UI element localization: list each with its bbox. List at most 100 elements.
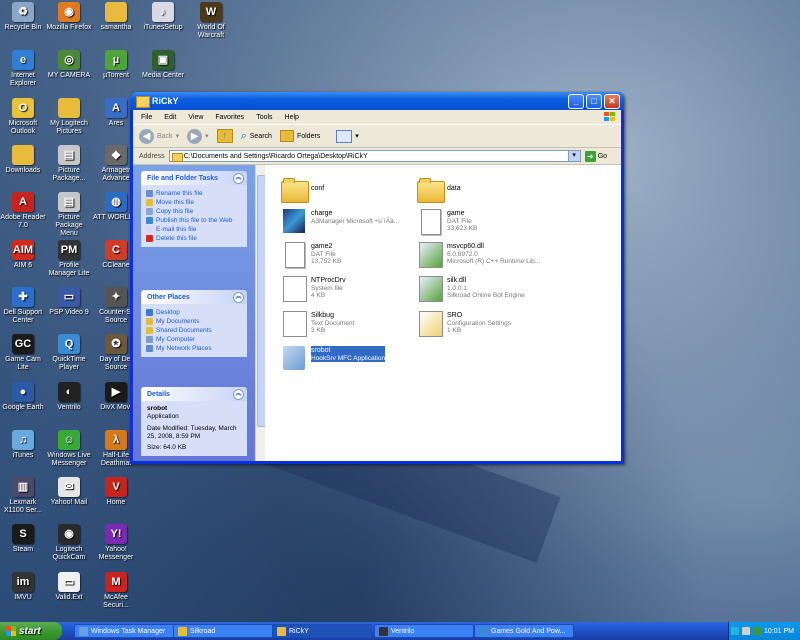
start-button[interactable]: start (0, 622, 62, 640)
desktop-shortcut[interactable]: PM Profile Manager Lite (46, 240, 92, 278)
desktop-shortcut[interactable]: samantha (93, 2, 139, 32)
desktop-shortcut[interactable]: Downloads (0, 145, 46, 175)
collapse-icon[interactable]: ︽ (233, 389, 244, 400)
back-button[interactable]: ◀ Back ▾ (139, 128, 179, 144)
file-item[interactable]: conf (281, 177, 421, 207)
desktop-shortcut[interactable]: ◎ MY CAMERA (46, 50, 92, 80)
task-link[interactable]: Publish this file to the Web (146, 217, 242, 224)
file-name: Silkbug (311, 312, 334, 319)
desktop-shortcut[interactable]: ▭ PSP Video 9 (46, 287, 92, 317)
task-link[interactable]: My Network Places (146, 345, 242, 352)
go-button[interactable]: ➜ Go (584, 150, 607, 162)
task-link[interactable]: My Computer (146, 336, 242, 343)
task-link[interactable]: E-mail this file (146, 226, 242, 233)
desktop-shortcut[interactable]: ▥ Lexmark X1100 Ser... (0, 477, 46, 515)
collapse-icon[interactable]: ︽ (233, 173, 244, 184)
file-detail: HookSrv MFC Application (311, 354, 386, 362)
task-link[interactable]: Copy this file (146, 208, 242, 215)
lexmark-icon: ▥ (12, 477, 34, 497)
file-item[interactable]: msvcp60.dll 6.0.8972.0 Microsoft (R) C++ R… (417, 242, 557, 272)
desktop-shortcut[interactable]: V Home (93, 477, 139, 507)
task-link[interactable]: Rename this file (146, 190, 242, 197)
task-link[interactable]: Move this file (146, 199, 242, 206)
close-button[interactable]: ✕ (604, 94, 620, 109)
volume-icon[interactable] (742, 627, 751, 635)
file-item[interactable]: game2 DAT File 13,752 KB (281, 242, 421, 272)
desktop-shortcut[interactable]: ◐ Ventrilo (46, 382, 92, 412)
desktop-shortcut[interactable]: ♻ Recycle Bin (0, 2, 46, 32)
taskbar-button[interactable]: RiCkY (272, 624, 372, 638)
desktop-shortcut[interactable]: S Steam (0, 524, 46, 554)
desktop-shortcut[interactable]: ☺ Windows Live Messenger (46, 430, 92, 468)
desktop-shortcut[interactable]: e Internet Explorer (0, 50, 46, 88)
views-button[interactable]: ▾ (336, 129, 359, 143)
desktop-shortcut[interactable]: Y! Yahoo! Messenger (93, 524, 139, 562)
panel-header[interactable]: Other Places ︽ (141, 290, 247, 304)
task-pane-scrollbar[interactable] (255, 165, 266, 461)
maximize-button[interactable]: □ (586, 94, 602, 109)
panel-header[interactable]: Details ︽ (141, 387, 247, 401)
desktop-shortcut[interactable]: M McAfee Securi... (93, 572, 139, 610)
forward-button[interactable]: ▶ ▾ (187, 128, 209, 144)
desktop-shortcut[interactable]: Q QuickTime Player (46, 334, 92, 372)
desktop-shortcut-label: samantha (100, 24, 132, 31)
address-label: Address (139, 152, 165, 160)
desktop-shortcut[interactable]: A Adobe Reader 7.0 (0, 192, 46, 230)
taskbar-button[interactable]: Silkroad (173, 624, 273, 638)
menu-item-help[interactable]: Help (285, 114, 299, 121)
desktop-shortcut[interactable]: ▤ Picture Package... (46, 145, 92, 183)
desktop-shortcut[interactable]: ▤ Picture Package Menu (46, 192, 92, 238)
file-item[interactable]: charge A3Manager Microsoft ÷ù`ìÁâ... (281, 209, 421, 239)
folders-button[interactable]: Folders (279, 130, 320, 142)
menu-item-edit[interactable]: Edit (164, 114, 176, 121)
desktop-shortcut[interactable]: ◉ Logitech QuickCam (46, 524, 92, 562)
file-item[interactable]: NTProcDrv System file 4 KB (281, 276, 421, 306)
explorer-window: RiCkY _ □ ✕ File Edit View Favorites Tools He… (130, 92, 624, 464)
file-item[interactable]: game DAT File 33,623 KB (417, 209, 557, 239)
desktop-shortcut[interactable]: AIM AIM 6 (0, 240, 46, 270)
file-item[interactable]: SRO Configuration Settings 1 KB (417, 311, 557, 341)
task-link[interactable]: Delete this file (146, 235, 242, 242)
desktop-shortcut[interactable]: GC Game Cam Lite (0, 334, 46, 372)
taskbar-button[interactable]: Ventrilo (374, 624, 474, 638)
address-field[interactable]: C:\Documents and Settings\Ricardo Ortega… (168, 150, 581, 162)
task-link[interactable]: My Documents (146, 318, 242, 325)
desktop-shortcut[interactable]: O Microsoft Outlook (0, 98, 46, 136)
desktop-shortcut[interactable]: W World Of Warcraft (188, 2, 234, 40)
desktop-shortcut[interactable]: µ µTorrent (93, 50, 139, 80)
search-button[interactable]: ⌕ Search (241, 130, 272, 143)
desktop-shortcut[interactable]: ✉ Yahoo! Mail (46, 477, 92, 507)
file-item[interactable]: srobot HookSrv MFC Application (281, 346, 421, 376)
menu-item-file[interactable]: File (141, 114, 152, 121)
dll-icon (417, 276, 443, 302)
panel-header[interactable]: File and Folder Tasks ︽ (141, 171, 247, 185)
file-item[interactable]: silk.dll 1.0.0.1 Silkroad Online Bot Engin… (417, 276, 557, 306)
task-link[interactable]: Shared Documents (146, 327, 242, 334)
desktop-shortcut[interactable]: ▭ Valid.Ext (46, 572, 92, 602)
move-icon (146, 199, 153, 206)
security-icon[interactable] (753, 627, 762, 635)
file-item[interactable]: data (417, 177, 557, 207)
menu-item-view[interactable]: View (188, 114, 203, 121)
desktop-shortcut[interactable]: ♫ iTunes (0, 430, 46, 460)
desktop-shortcut[interactable]: ✚ Dell Support Center (0, 287, 46, 325)
title-bar[interactable]: RiCkY _ □ ✕ (130, 92, 624, 110)
clock[interactable]: 10:01 PM (764, 628, 794, 635)
desktop-shortcut[interactable]: ● Google Earth (0, 382, 46, 412)
taskbar-button[interactable]: Games Gold And Pow... (474, 624, 574, 638)
desktop-shortcut[interactable]: im IMVU (0, 572, 46, 602)
file-item[interactable]: Silkbug Text Document 3 KB (281, 311, 421, 341)
network-icon[interactable] (731, 627, 740, 635)
collapse-icon[interactable]: ︽ (233, 292, 244, 303)
task-link[interactable]: Desktop (146, 309, 242, 316)
desktop-shortcut[interactable]: My Logitech Pictures (46, 98, 92, 136)
minimize-button[interactable]: _ (568, 94, 584, 109)
menu-item-tools[interactable]: Tools (256, 114, 272, 121)
address-dropdown-button[interactable]: ▾ (567, 151, 580, 161)
up-folder-button[interactable]: ↑ (216, 129, 233, 143)
menu-item-favorites[interactable]: Favorites (215, 114, 244, 121)
taskbar-button[interactable]: Windows Task Manager (74, 624, 174, 638)
desktop-shortcut[interactable]: ◉ Mozilla Firefox (46, 2, 92, 32)
desktop-shortcut[interactable]: ▣ Media Center (140, 50, 186, 80)
desktop-shortcut[interactable]: ♪ iTunesSetup (140, 2, 186, 32)
